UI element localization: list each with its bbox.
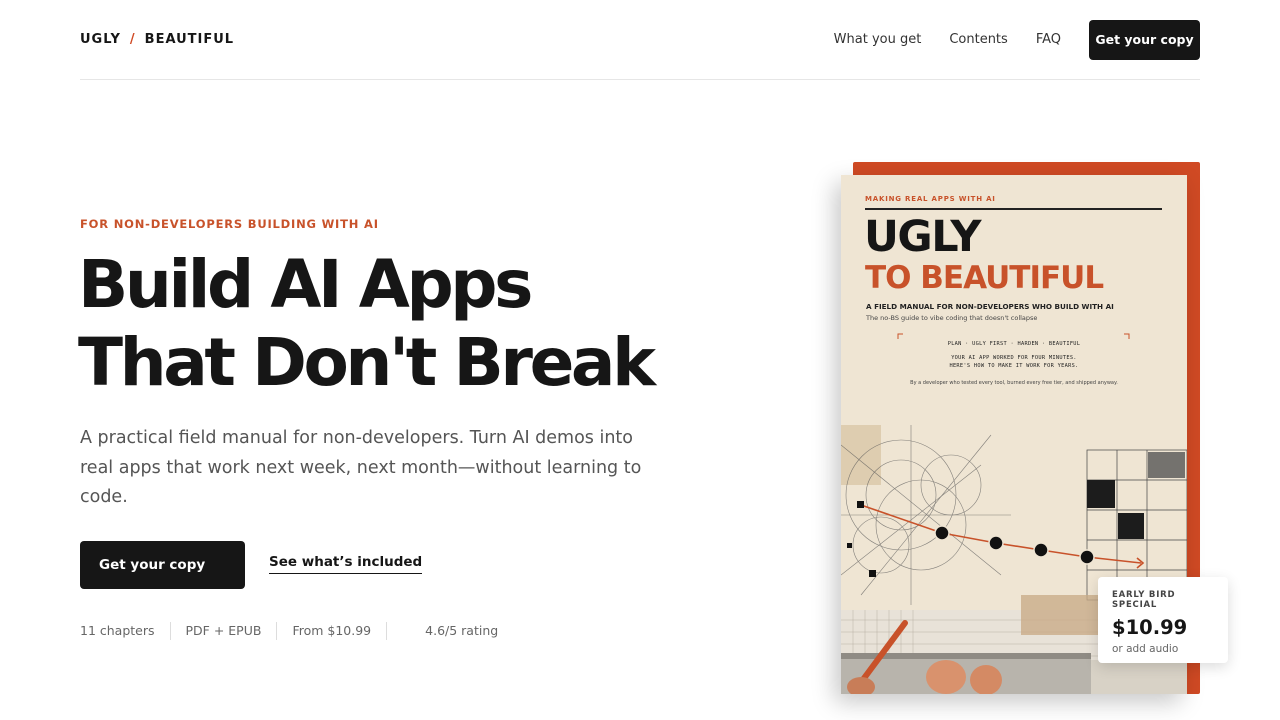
brand-separator: /: [129, 32, 136, 47]
nav-get-copy-button[interactable]: Get your copy: [1089, 19, 1200, 60]
meta-divider: [386, 622, 411, 640]
top-nav: UGLY / BEAUTIFUL What you get Contents F…: [80, 0, 1200, 80]
cover-title-line-2: TO BEAUTIFUL: [865, 260, 1104, 296]
cover-line-1: YOUR AI APP WORKED FOR FOUR MINUTES.: [951, 355, 1077, 361]
see-included-link[interactable]: See what’s included: [269, 554, 423, 574]
headline-line-2: That Don't Break: [78, 324, 656, 401]
product-meta: 11 chapters PDF + EPUB From $10.99 4.6/5…: [80, 622, 513, 640]
nav-link-contents[interactable]: Contents: [949, 32, 1007, 47]
headline-line-1: Build AI Apps: [78, 246, 533, 323]
cover-tagline: The no-BS guide to vibe coding that does…: [866, 314, 1038, 322]
meta-rating: 4.6/5 rating: [425, 623, 499, 638]
cover-subtitle: A FIELD MANUAL FOR NON-DEVELOPERS WHO BU…: [866, 302, 1114, 311]
cover-line-2: HERE'S HOW TO MAKE IT WORK FOR YEARS.: [949, 363, 1079, 369]
get-copy-button[interactable]: Get your copy: [80, 541, 245, 589]
brand-logo[interactable]: UGLY / BEAUTIFUL: [80, 32, 234, 47]
badge-note: or add audio: [1112, 643, 1179, 655]
cover-kicker: MAKING REAL APPS WITH AI: [865, 195, 996, 203]
hero-lead: A practical field manual for non-develop…: [80, 428, 642, 507]
meta-price: From $10.99: [276, 622, 386, 640]
badge-price: $10.99: [1112, 616, 1188, 639]
cover-steps: PLAN · UGLY FIRST · HARDEN · BEAUTIFUL: [947, 341, 1081, 347]
early-bird-badge: EARLY BIRD SPECIAL $10.99 or add audio: [1098, 577, 1228, 663]
hero-eyebrow: FOR NON-DEVELOPERS BUILDING WITH AI: [80, 217, 379, 231]
nav-link-faq[interactable]: FAQ: [1036, 32, 1061, 47]
hero-headline: Build AI Apps That Don't Break: [78, 246, 656, 402]
cover-author: By a developer who tested every tool, bu…: [910, 380, 1118, 386]
badge-label: EARLY BIRD SPECIAL: [1112, 590, 1176, 610]
brand-first: UGLY: [80, 32, 121, 47]
cover-rule: [865, 208, 1162, 210]
nav-links: What you get Contents FAQ Get your copy: [806, 19, 1200, 60]
cover-title-line-1: UGLY: [864, 212, 982, 262]
brand-second: BEAUTIFUL: [144, 32, 235, 47]
meta-chapters: 11 chapters: [80, 623, 155, 638]
meta-formats: PDF + EPUB: [169, 622, 277, 640]
nav-link-what-you-get[interactable]: What you get: [834, 32, 922, 47]
